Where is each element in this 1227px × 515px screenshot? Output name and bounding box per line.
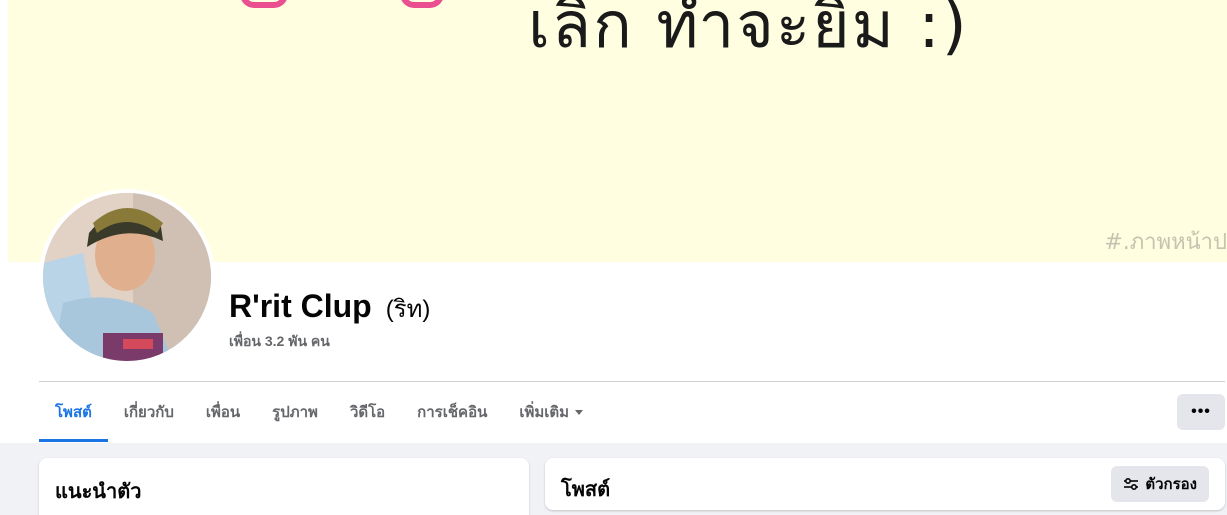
tab-videos[interactable]: วิดีโอ	[334, 382, 401, 442]
tab-more[interactable]: เพิ่มเติม	[503, 382, 599, 442]
filter-label: ตัวกรอง	[1145, 476, 1197, 493]
profile-alternate-name: (ริท)	[385, 296, 431, 323]
more-options-button[interactable]: •••	[1177, 394, 1225, 430]
profile-name: R'rit Clup	[229, 288, 372, 324]
tab-label: เกี่ยวกับ	[123, 404, 174, 421]
cover-hashtag: #.ภาพหน้าป	[1104, 230, 1227, 255]
caret-down-icon	[575, 409, 584, 415]
tab-friends[interactable]: เพื่อน	[190, 382, 256, 442]
profile-name-row: R'rit Clup (ริท)	[229, 288, 430, 328]
tab-checkins[interactable]: การเช็คอิน	[401, 382, 503, 442]
filter-sliders-icon	[1124, 477, 1139, 491]
cover-text: เลิก ทำจะยิม :)	[528, 0, 969, 63]
tab-posts[interactable]: โพสต์	[39, 382, 108, 442]
tab-label: เพื่อน	[205, 404, 241, 421]
avatar-photo	[43, 193, 211, 361]
cover-pink-stroke	[240, 0, 288, 8]
profile-avatar[interactable]	[39, 189, 215, 365]
tab-label: รูปภาพ	[272, 404, 318, 421]
intro-title: แนะนำตัว	[55, 481, 142, 503]
intro-card: แนะนำตัว	[39, 458, 529, 515]
posts-header-card: โพสต์ ตัวกรอง	[545, 458, 1225, 510]
tab-about[interactable]: เกี่ยวกับ	[108, 382, 190, 442]
posts-title: โพสต์	[561, 479, 611, 501]
cover-pink-stroke	[400, 0, 444, 8]
profile-tabs: โพสต์ เกี่ยวกับ เพื่อน รูปภาพ วิดีโอ การ…	[39, 382, 599, 442]
tab-photos[interactable]: รูปภาพ	[256, 382, 334, 442]
tab-label: การเช็คอิน	[417, 404, 488, 421]
filter-button[interactable]: ตัวกรอง	[1111, 466, 1209, 502]
tab-label: เพิ่มเติม	[519, 404, 570, 421]
friends-count[interactable]: เพื่อน 3.2 พัน คน	[229, 331, 330, 353]
tab-label: โพสต์	[55, 404, 92, 421]
tab-label: วิดีโอ	[349, 404, 386, 421]
